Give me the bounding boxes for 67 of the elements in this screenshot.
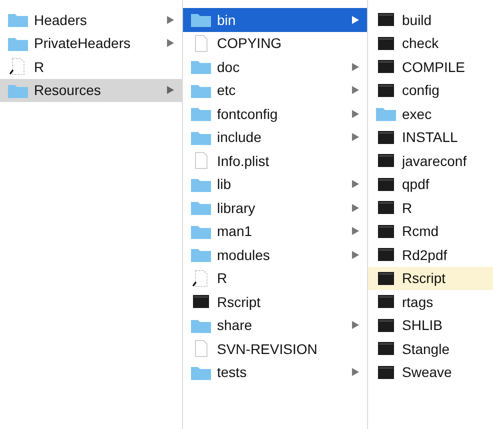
file-list-item[interactable]: include (183, 126, 367, 149)
terminal-icon (191, 294, 211, 310)
folder-icon (8, 12, 28, 28)
terminal-icon (376, 36, 396, 51)
file-list-item[interactable]: fontconfig (183, 102, 367, 126)
terminal-icon (376, 341, 396, 356)
file-list-item[interactable]: build (368, 8, 493, 32)
terminal-icon (376, 59, 396, 74)
file-list-item[interactable]: Rscript (183, 290, 367, 314)
file-list-item[interactable]: Info.plist (183, 149, 367, 172)
file-list-item[interactable]: SVN-REVISION (183, 337, 367, 360)
file-list-item[interactable]: config (368, 78, 493, 102)
file-list-item[interactable]: Rd2pdf (368, 243, 493, 266)
file-list-item[interactable]: R (0, 55, 182, 78)
terminal-icon (376, 12, 396, 28)
file-list-item[interactable]: rtags (368, 290, 493, 314)
file-list-item[interactable]: share (183, 314, 367, 337)
folder-icon (191, 106, 211, 122)
folder-icon (191, 176, 211, 192)
terminal-icon (376, 318, 396, 333)
folder-icon (191, 82, 211, 98)
file-list-item[interactable]: etc (183, 78, 367, 102)
file-list-item[interactable]: SHLIB (368, 314, 493, 337)
file-list-item[interactable]: INSTALL (368, 126, 493, 149)
folder-icon (376, 106, 396, 122)
file-list-item[interactable]: Rcmd (368, 220, 493, 243)
folder-icon (191, 318, 211, 333)
terminal-icon (376, 294, 396, 310)
folder-icon (191, 247, 211, 262)
folder-icon (8, 82, 28, 98)
file-list-item[interactable]: Resources (0, 78, 182, 102)
file-list-item[interactable]: Sweave (368, 360, 493, 384)
file-list-item[interactable]: qpdf (368, 172, 493, 196)
file-list-item[interactable]: lib (183, 172, 367, 196)
folder-icon (191, 364, 211, 380)
file-list-item[interactable]: library (183, 196, 367, 220)
folder-icon (191, 224, 211, 239)
file-list-item[interactable]: doc (183, 55, 367, 78)
terminal-icon (376, 176, 396, 192)
terminal-icon (376, 364, 396, 380)
file-list-item[interactable]: Stangle (368, 337, 493, 360)
file-list-item[interactable]: Rscript (368, 266, 493, 290)
file-list-item[interactable]: javareconf (368, 149, 493, 172)
terminal-icon (376, 247, 396, 262)
file-list-item[interactable]: check (368, 32, 493, 55)
terminal-icon (376, 153, 396, 168)
terminal-icon (376, 130, 396, 145)
terminal-icon (376, 270, 396, 286)
file-list-item[interactable]: R (368, 196, 493, 220)
folder-icon (191, 12, 211, 28)
file-list-item[interactable]: COPYING (183, 32, 367, 55)
file-list-item[interactable]: Headers (0, 8, 182, 32)
folder-icon (191, 200, 211, 216)
terminal-icon (376, 200, 396, 216)
file-list-item[interactable]: PrivateHeaders (0, 32, 182, 55)
folder-icon (191, 59, 211, 74)
file-list-item[interactable]: modules (183, 243, 367, 266)
file-list-item[interactable]: bin (183, 8, 367, 32)
file-list-item[interactable]: COMPILE (368, 55, 493, 78)
file-list-item[interactable]: man1 (183, 220, 367, 243)
file-list-item[interactable]: exec (368, 102, 493, 126)
terminal-icon (376, 224, 396, 239)
folder-icon (8, 36, 28, 51)
terminal-icon (376, 82, 396, 98)
folder-icon (191, 130, 211, 145)
file-list-item[interactable]: tests (183, 360, 367, 384)
file-list-item[interactable]: R (183, 266, 367, 290)
